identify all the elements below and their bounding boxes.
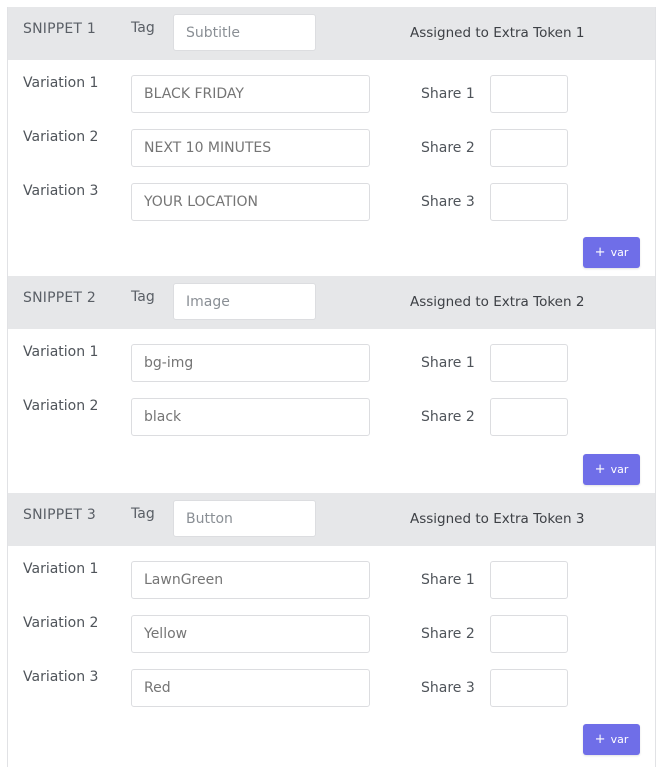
share-label: Share 2	[421, 626, 475, 642]
add-variation-label: var	[610, 246, 629, 259]
variation-row: Variation 2 Share 2	[8, 383, 655, 437]
snippet-body: Variation 1 Share 1 Variation 2 Share 2 …	[8, 546, 655, 762]
variation-label: Variation 1	[23, 561, 99, 577]
variation-label: Variation 3	[23, 669, 99, 685]
add-variation-button[interactable]: + var	[583, 237, 640, 268]
share-input[interactable]	[490, 129, 568, 167]
tag-input[interactable]	[173, 14, 316, 51]
assigned-token-text: Assigned to Extra Token 3	[410, 511, 585, 527]
snippet-header: SNIPPET 2 Tag Assigned to Extra Token 2	[8, 276, 655, 329]
variation-label: Variation 3	[23, 183, 99, 199]
share-label: Share 1	[421, 572, 475, 588]
tag-label: Tag	[131, 506, 155, 522]
add-variation-button[interactable]: + var	[583, 724, 640, 755]
share-label: Share 1	[421, 355, 475, 371]
variation-row: Variation 2 Share 2	[8, 114, 655, 168]
variation-input[interactable]	[131, 129, 370, 167]
variation-input[interactable]	[131, 669, 370, 707]
variation-input[interactable]	[131, 344, 370, 382]
variation-row: Variation 1 Share 1	[8, 329, 655, 383]
variation-input[interactable]	[131, 615, 370, 653]
variation-input[interactable]	[131, 183, 370, 221]
variation-row: Variation 2 Share 2	[8, 600, 655, 654]
snippet-body: Variation 1 Share 1 Variation 2 Share 2 …	[8, 329, 655, 493]
share-label: Share 2	[421, 409, 475, 425]
variation-row: Variation 3 Share 3	[8, 168, 655, 222]
snippet-1: SNIPPET 1 Tag Assigned to Extra Token 1 …	[8, 7, 655, 276]
variation-input[interactable]	[131, 75, 370, 113]
snippet-title: SNIPPET 1	[23, 21, 96, 37]
snippet-title: SNIPPET 3	[23, 507, 96, 523]
plus-icon: +	[594, 462, 606, 477]
share-input[interactable]	[490, 561, 568, 599]
share-input[interactable]	[490, 669, 568, 707]
snippet-3: SNIPPET 3 Tag Assigned to Extra Token 3 …	[8, 493, 655, 762]
variation-row: Variation 3 Share 3	[8, 654, 655, 708]
add-variation-label: var	[610, 733, 629, 746]
variation-label: Variation 2	[23, 398, 99, 414]
share-input[interactable]	[490, 344, 568, 382]
variation-input[interactable]	[131, 398, 370, 436]
share-input[interactable]	[490, 615, 568, 653]
share-input[interactable]	[490, 398, 568, 436]
variation-label: Variation 1	[23, 344, 99, 360]
tag-input[interactable]	[173, 500, 316, 537]
snippets-panel: SNIPPET 1 Tag Assigned to Extra Token 1 …	[7, 7, 656, 767]
assigned-token-text: Assigned to Extra Token 2	[410, 294, 585, 310]
share-label: Share 1	[421, 86, 475, 102]
variation-row: Variation 1 Share 1	[8, 60, 655, 114]
variation-label: Variation 1	[23, 75, 99, 91]
tag-label: Tag	[131, 289, 155, 305]
variation-label: Variation 2	[23, 129, 99, 145]
share-label: Share 3	[421, 680, 475, 696]
snippet-title: SNIPPET 2	[23, 290, 96, 306]
snippet-body: Variation 1 Share 1 Variation 2 Share 2 …	[8, 60, 655, 276]
variation-label: Variation 2	[23, 615, 99, 631]
share-label: Share 2	[421, 140, 475, 156]
snippet-header: SNIPPET 1 Tag Assigned to Extra Token 1	[8, 7, 655, 60]
plus-icon: +	[594, 732, 606, 747]
snippet-header: SNIPPET 3 Tag Assigned to Extra Token 3	[8, 493, 655, 546]
add-variation-button[interactable]: + var	[583, 454, 640, 485]
tag-label: Tag	[131, 20, 155, 36]
add-variation-label: var	[610, 463, 629, 476]
share-label: Share 3	[421, 194, 475, 210]
share-input[interactable]	[490, 183, 568, 221]
snippet-2: SNIPPET 2 Tag Assigned to Extra Token 2 …	[8, 276, 655, 493]
share-input[interactable]	[490, 75, 568, 113]
assigned-token-text: Assigned to Extra Token 1	[410, 25, 585, 41]
plus-icon: +	[594, 245, 606, 260]
variation-row: Variation 1 Share 1	[8, 546, 655, 600]
tag-input[interactable]	[173, 283, 316, 320]
variation-input[interactable]	[131, 561, 370, 599]
